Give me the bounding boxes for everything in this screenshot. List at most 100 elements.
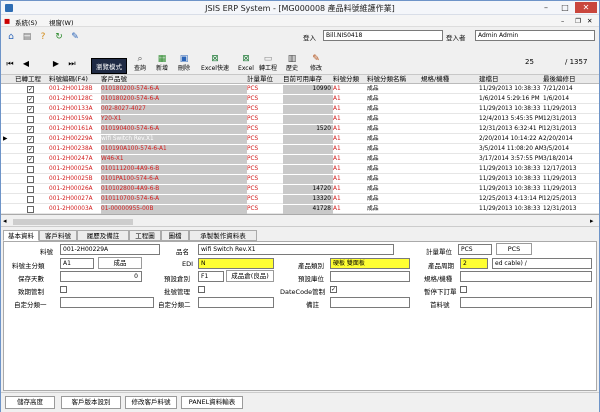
maximize-button[interactable]: □ [556,2,574,13]
table-row[interactable]: ✓ 001-2H00128C 010180200-574-6-A PCS A1 成品 1/6… [1,95,599,104]
table-row[interactable]: 001-2H00025A 010111200-4A9-6-B PCS A1 成品 11/2… [1,165,599,174]
table-row[interactable]: ✓ 001-2H00161A 010190400-574-6-A PCS 1520 A1 成… [1,125,599,134]
converted-checkbox[interactable]: ✓ [27,136,34,143]
print-icon[interactable]: ▤ [21,31,33,43]
menu-window[interactable]: 視窗(W) [49,17,74,27]
edit-customer-part-button[interactable]: 修改客戶料號 [125,396,177,409]
table-row[interactable]: ✓ 001-2H00128B 010180200-574-6-A PCS 10990 A1… [1,85,599,94]
tab-images[interactable]: 圖檔 [161,230,189,241]
tab-history-notes[interactable]: 履歷及備註 [77,230,129,241]
tab-basic-info[interactable]: 基本資料 [3,230,39,241]
table-row[interactable]: 001-2H00027A 010110700-574-6-A PCS 13320 A1 成… [1,195,599,204]
name-field[interactable]: wifi Switch Rev.X1 [198,244,394,255]
browse-mode-button[interactable]: 瀏覽模式 [91,58,127,74]
table-row[interactable]: ✓ 001-2H00247A W46-X1 PCS A1 成品 3/17/2014 3:57… [1,155,599,164]
close-button[interactable]: ✕ [575,2,597,13]
customer-version-button[interactable]: 客戶版本設別 [61,396,121,409]
table-row[interactable]: ✓ 001-2H00238A 010190A100-574-6-A1 PCS A1 成品 3… [1,145,599,154]
scroll-right-icon[interactable]: ▸ [590,217,594,225]
to-engineering-button[interactable]: ▭ 轉工程 [257,53,279,75]
default-location-field[interactable] [330,271,410,282]
table-row[interactable]: ✓ 001-2H00133A 002-8027-4027 PCS A1 成品 11/29/2… [1,105,599,114]
converted-checkbox[interactable]: ✓ [27,86,34,93]
grid-horizontal-scrollbar[interactable]: ◂ ▸ [1,217,599,227]
login-field[interactable]: Bill.NIS0418 [323,30,443,41]
col-stock[interactable]: 目前可用庫存 [283,75,333,84]
table-row[interactable]: 001-2H00025B 0101PA100-574-6-A PCS A1 成品 11/2… [1,175,599,184]
converted-checkbox[interactable] [27,116,34,123]
batch-control-checkbox[interactable] [198,286,205,293]
memo-field[interactable] [330,297,410,308]
datecode-control-checkbox[interactable]: ✓ [330,286,337,293]
table-row[interactable]: ▶ ✓ 001-2H00229A wifi Switch Rev.X1 PCS A1 成品 2… [1,135,599,144]
history-button[interactable]: ▥ 歷史 [281,53,303,75]
tool-icon[interactable]: ✎ [69,31,81,43]
keep-days-field[interactable]: 0 [60,271,142,282]
table-row[interactable]: 001-2H00159A Y20-X1 PCS A1 成品 12/4/2013 5:45:… [1,115,599,124]
converted-checkbox[interactable]: ✓ [27,106,34,113]
minimize-button[interactable]: – [537,2,555,13]
edit-button[interactable]: ✎ 修改 [305,53,327,75]
panel-data-button[interactable]: PANEL資料輸表 [181,396,243,409]
next-record-button[interactable]: ▶ [51,58,61,70]
table-row[interactable]: 001-2H00003A 01-00000955-00B PCS 41728 A1 成品 1… [1,205,599,214]
home-icon[interactable]: ⌂ [5,31,17,43]
converted-checkbox[interactable] [27,166,34,173]
previous-record-button[interactable]: ◀ [21,58,31,70]
converted-checkbox[interactable]: ✓ [27,126,34,133]
col-unit[interactable]: 計量單位 [247,75,281,84]
last-record-button[interactable]: ⏭ [67,58,77,70]
cycle-select[interactable]: 2 [460,258,488,269]
excel-button[interactable]: ⊠ Excel [235,53,257,75]
converted-checkbox[interactable]: ✓ [27,156,34,163]
class-name-button[interactable]: 成品 [98,257,142,269]
unit-lookup-button[interactable]: PCS [496,243,532,255]
class-select[interactable]: A1 [60,258,94,269]
converted-checkbox[interactable] [27,206,34,213]
tab-customer-part[interactable]: 客戶料號 [39,230,77,241]
col-edited[interactable]: 最後編修日 [543,75,599,84]
mdi-minimize-button[interactable]: – [561,17,564,25]
product-type-select[interactable]: 硬板 雙面板 [330,258,410,269]
refresh-icon[interactable]: ↻ [53,31,65,43]
menu-system[interactable]: 系統(S) [15,17,37,27]
spec-field[interactable] [460,271,592,282]
tab-engineering-drawing[interactable]: 工程圖 [129,230,161,241]
scroll-left-icon[interactable]: ◂ [3,217,7,225]
query-button[interactable]: ⌕ 查詢 [129,53,151,75]
converted-checkbox[interactable] [27,186,34,193]
mdi-restore-button[interactable]: ❐ [575,17,581,25]
cycle-extra-field[interactable]: ed cable) / [492,258,592,269]
custom-category2-field[interactable] [198,297,274,308]
part-field[interactable]: 001-2H00229A [60,244,160,255]
col-customer-part[interactable]: 客戶品號 [101,75,247,84]
col-spec[interactable]: 規格/機種 [421,75,479,84]
col-converted[interactable]: 已轉工程 [15,75,49,84]
first-record-button[interactable]: ⏮ [5,58,15,70]
delete-button[interactable]: ▣ 刪除 [173,53,195,75]
save-height-button[interactable]: 儲存高度 [5,396,55,409]
mdi-close-button[interactable]: ✕ [587,17,592,25]
edi-select[interactable]: N [198,258,274,269]
excel-quick-button[interactable]: ⊠ Excel快速 [199,53,231,75]
tab-production-sheet[interactable]: 承製製作資料表 [189,230,257,241]
converted-checkbox[interactable]: ✓ [27,96,34,103]
stop-order-checkbox[interactable] [460,286,467,293]
col-part-code[interactable]: 料號編碼(F4) [49,75,101,84]
col-class[interactable]: 料號分類 [333,75,367,84]
converted-checkbox[interactable] [27,196,34,203]
default-warehouse-select[interactable]: F1 [198,271,224,282]
converted-checkbox[interactable] [27,176,34,183]
col-created[interactable]: 建檔日 [479,75,543,84]
serial-control-checkbox[interactable] [60,286,67,293]
custom-category1-field[interactable] [60,297,154,308]
scrollbar-thumb[interactable] [13,219,133,225]
first-part-field[interactable] [460,297,592,308]
help-icon[interactable]: ? [37,31,49,43]
table-row[interactable]: 001-2H00026A 010102800-4A9-6-B PCS 14720 A1 成… [1,185,599,194]
warehouse-name-button[interactable]: 成品倉(良品) [226,270,274,282]
converted-checkbox[interactable]: ✓ [27,146,34,153]
col-class-name[interactable]: 料號分類名稱 [367,75,421,84]
add-button[interactable]: ▦ 新增 [151,53,173,75]
unit-select[interactable]: PCS [458,244,492,255]
